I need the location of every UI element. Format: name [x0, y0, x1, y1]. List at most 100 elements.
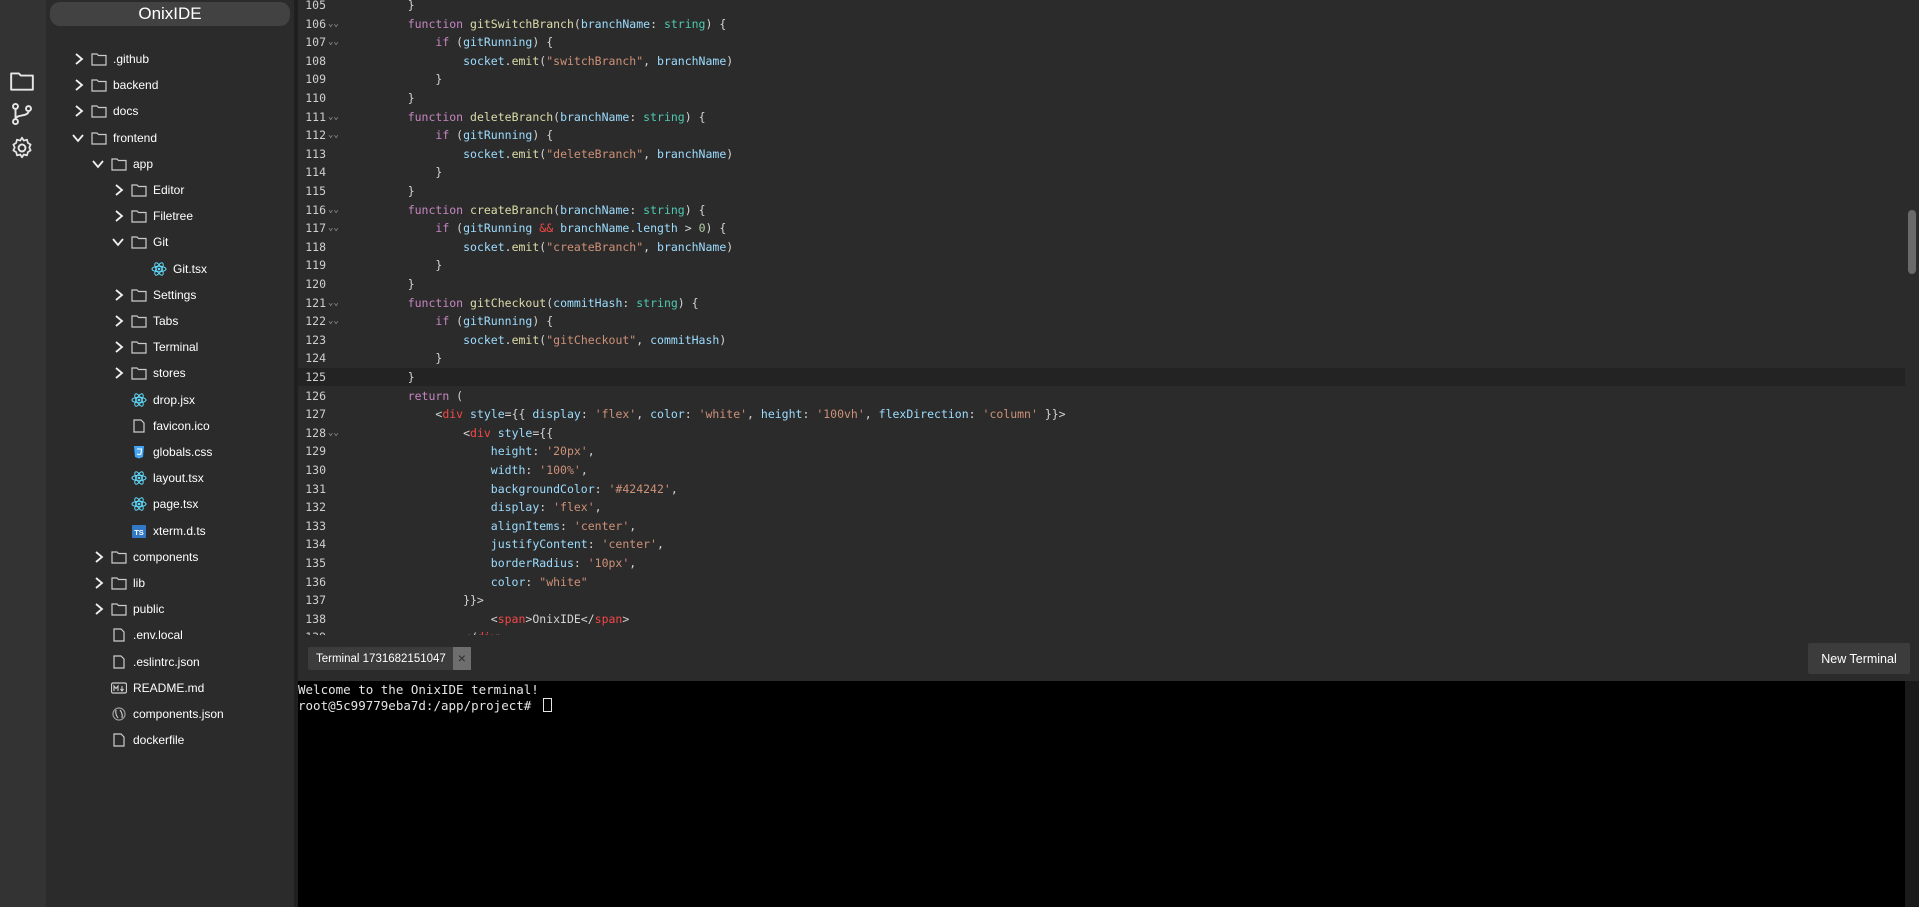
- folder-icon: [131, 341, 147, 354]
- chevron-right-icon[interactable]: [91, 550, 105, 564]
- code-line[interactable]: 133 alignItems: 'center',: [298, 517, 1905, 535]
- code-line[interactable]: 131 backgroundColor: '#424242',: [298, 480, 1905, 498]
- line-number: 108: [305, 53, 326, 68]
- code-token: style: [470, 407, 505, 422]
- terminal-prompt-line: root@5c99779eba7d:/app/project#: [298, 698, 552, 714]
- fold-chevron-icon[interactable]: ⌄⌄: [328, 201, 348, 219]
- terminal-tab[interactable]: Terminal 1731682151047 ×: [308, 647, 471, 670]
- code-line[interactable]: 128 ⌄⌄ <div style={{: [298, 424, 1905, 442]
- fold-chevron-icon[interactable]: ⌄⌄: [328, 126, 348, 144]
- code-token: ,: [747, 407, 761, 422]
- chevron-right-icon[interactable]: [111, 183, 125, 197]
- code-token: ,: [643, 239, 658, 254]
- code-line[interactable]: 109 }: [298, 70, 1905, 88]
- code-line[interactable]: 106 ⌄⌄ function gitSwitchBranch(branchNam…: [298, 15, 1905, 33]
- chevron-right-icon[interactable]: [111, 314, 125, 328]
- chevron-down-icon[interactable]: [111, 235, 125, 249]
- tree-item-label: xterm.d.ts: [153, 523, 206, 538]
- chevron-down-icon[interactable]: [71, 131, 85, 145]
- code-line[interactable]: 112 ⌄⌄ if (gitRunning) {: [298, 126, 1905, 144]
- fold-chevron-icon[interactable]: ⌄⌄: [328, 219, 348, 237]
- folder-icon: [131, 315, 147, 328]
- code-line[interactable]: 116 ⌄⌄ function createBranch(branchName: …: [298, 201, 1905, 219]
- code-text: }: [380, 368, 415, 386]
- chevron-right-icon[interactable]: [111, 288, 125, 302]
- code-line[interactable]: 121 ⌄⌄ function gitCheckout(commitHash: s…: [298, 294, 1905, 312]
- fold-chevron-icon[interactable]: ⌄⌄: [328, 108, 348, 126]
- code-token: &&: [539, 221, 554, 236]
- code-line[interactable]: 137 }}>: [298, 591, 1905, 609]
- code-line[interactable]: 110 }: [298, 89, 1905, 107]
- code-line[interactable]: 134 justifyContent: 'center',: [298, 535, 1905, 553]
- code-line[interactable]: 118 socket.emit("createBranch", branchNa…: [298, 238, 1905, 256]
- chevron-right-icon[interactable]: [91, 576, 105, 590]
- code-line[interactable]: 115 }: [298, 182, 1905, 200]
- new-terminal-button[interactable]: New Terminal: [1808, 643, 1910, 674]
- code-token: :: [650, 16, 664, 31]
- code-line[interactable]: 108 socket.emit("switchBranch", branchNa…: [298, 52, 1905, 70]
- fold-chevron-icon[interactable]: ⌄⌄: [328, 312, 348, 330]
- tree-item-label: docs: [113, 104, 139, 119]
- folder-icon: [131, 184, 147, 197]
- fold-chevron-icon[interactable]: ⌄⌄: [328, 424, 348, 442]
- code-line[interactable]: 130 width: '100%',: [298, 461, 1905, 479]
- code-line[interactable]: 117 ⌄⌄ if (gitRunning && branchName.lengt…: [298, 219, 1905, 237]
- chevron-down-icon[interactable]: [91, 157, 105, 171]
- code-token: branchName: [560, 221, 630, 236]
- code-line[interactable]: 127 <div style={{ display: 'flex', color…: [298, 405, 1905, 423]
- line-number: 125: [305, 370, 326, 384]
- code-line[interactable]: 123 socket.emit("gitCheckout", commitHas…: [298, 331, 1905, 349]
- chevron-right-icon[interactable]: [111, 340, 125, 354]
- code-token: :: [629, 202, 644, 217]
- fold-chevron-icon[interactable]: ⌄⌄: [328, 294, 348, 312]
- chevron-right-icon[interactable]: [71, 52, 85, 66]
- code-token: if: [435, 314, 450, 329]
- code-token: function: [407, 295, 464, 310]
- chevron-right-icon[interactable]: [111, 366, 125, 380]
- chevron-right-icon[interactable]: [71, 78, 85, 92]
- code-line[interactable]: 120 }: [298, 275, 1905, 293]
- code-line[interactable]: 135 borderRadius: '10px',: [298, 554, 1905, 572]
- react-icon: [151, 261, 167, 276]
- code-token: string: [636, 295, 678, 310]
- code-line[interactable]: 124 }: [298, 349, 1905, 367]
- code-line[interactable]: 139 </div>: [298, 628, 1905, 635]
- code-line[interactable]: 114 }: [298, 163, 1905, 181]
- code-token: ) {: [705, 221, 727, 236]
- code-line[interactable]: 132 display: 'flex',: [298, 498, 1905, 516]
- code-line[interactable]: 125 }: [298, 368, 1905, 386]
- code-token: socket: [463, 332, 505, 347]
- code-line[interactable]: 113 socket.emit("deleteBranch", branchNa…: [298, 145, 1905, 163]
- code-editor[interactable]: 105 } 106 ⌄⌄ function gitSwitchBranch(bran…: [298, 0, 1905, 635]
- chevron-right-icon[interactable]: [71, 104, 85, 118]
- chevron-right-icon[interactable]: [91, 602, 105, 616]
- code-line[interactable]: 111 ⌄⌄ function deleteBranch(branchName: …: [298, 108, 1905, 126]
- code-line[interactable]: 138 <span>OnixIDE</span>: [298, 610, 1905, 628]
- code-token: .: [504, 239, 512, 254]
- code-line[interactable]: 107 ⌄⌄ if (gitRunning) {: [298, 33, 1905, 51]
- code-line[interactable]: 105 }: [298, 0, 1905, 14]
- code-line[interactable]: 119 }: [298, 256, 1905, 274]
- git-icon[interactable]: [9, 101, 35, 127]
- folder-icon: [131, 210, 147, 223]
- fold-chevron-icon[interactable]: ⌄⌄: [328, 15, 348, 33]
- code-line[interactable]: 122 ⌄⌄ if (gitRunning) {: [298, 312, 1905, 330]
- scrollbar-thumb[interactable]: [1908, 210, 1916, 274]
- settings-icon[interactable]: [9, 135, 35, 161]
- close-icon[interactable]: ×: [452, 647, 471, 670]
- code-line[interactable]: 129 height: '20px',: [298, 442, 1905, 460]
- code-token: }: [380, 165, 443, 180]
- chevron-right-icon[interactable]: [111, 209, 125, 223]
- files-icon[interactable]: [9, 68, 35, 94]
- fold-chevron-icon[interactable]: ⌄⌄: [328, 33, 348, 51]
- code-text: return (: [380, 387, 463, 405]
- line-number: 131: [305, 481, 326, 496]
- code-text: function createBranch(branchName: string…: [380, 201, 706, 219]
- code-token: '100%': [539, 463, 581, 477]
- editor-scrollbar[interactable]: [1905, 0, 1919, 635]
- code-token: ,: [670, 481, 678, 496]
- code-line[interactable]: 126 return (: [298, 387, 1905, 405]
- terminal-output[interactable]: Welcome to the OnixIDE terminal! root@5c…: [298, 681, 1905, 907]
- terminal-scrollbar[interactable]: [1905, 681, 1919, 907]
- code-line[interactable]: 136 color: "white": [298, 573, 1905, 591]
